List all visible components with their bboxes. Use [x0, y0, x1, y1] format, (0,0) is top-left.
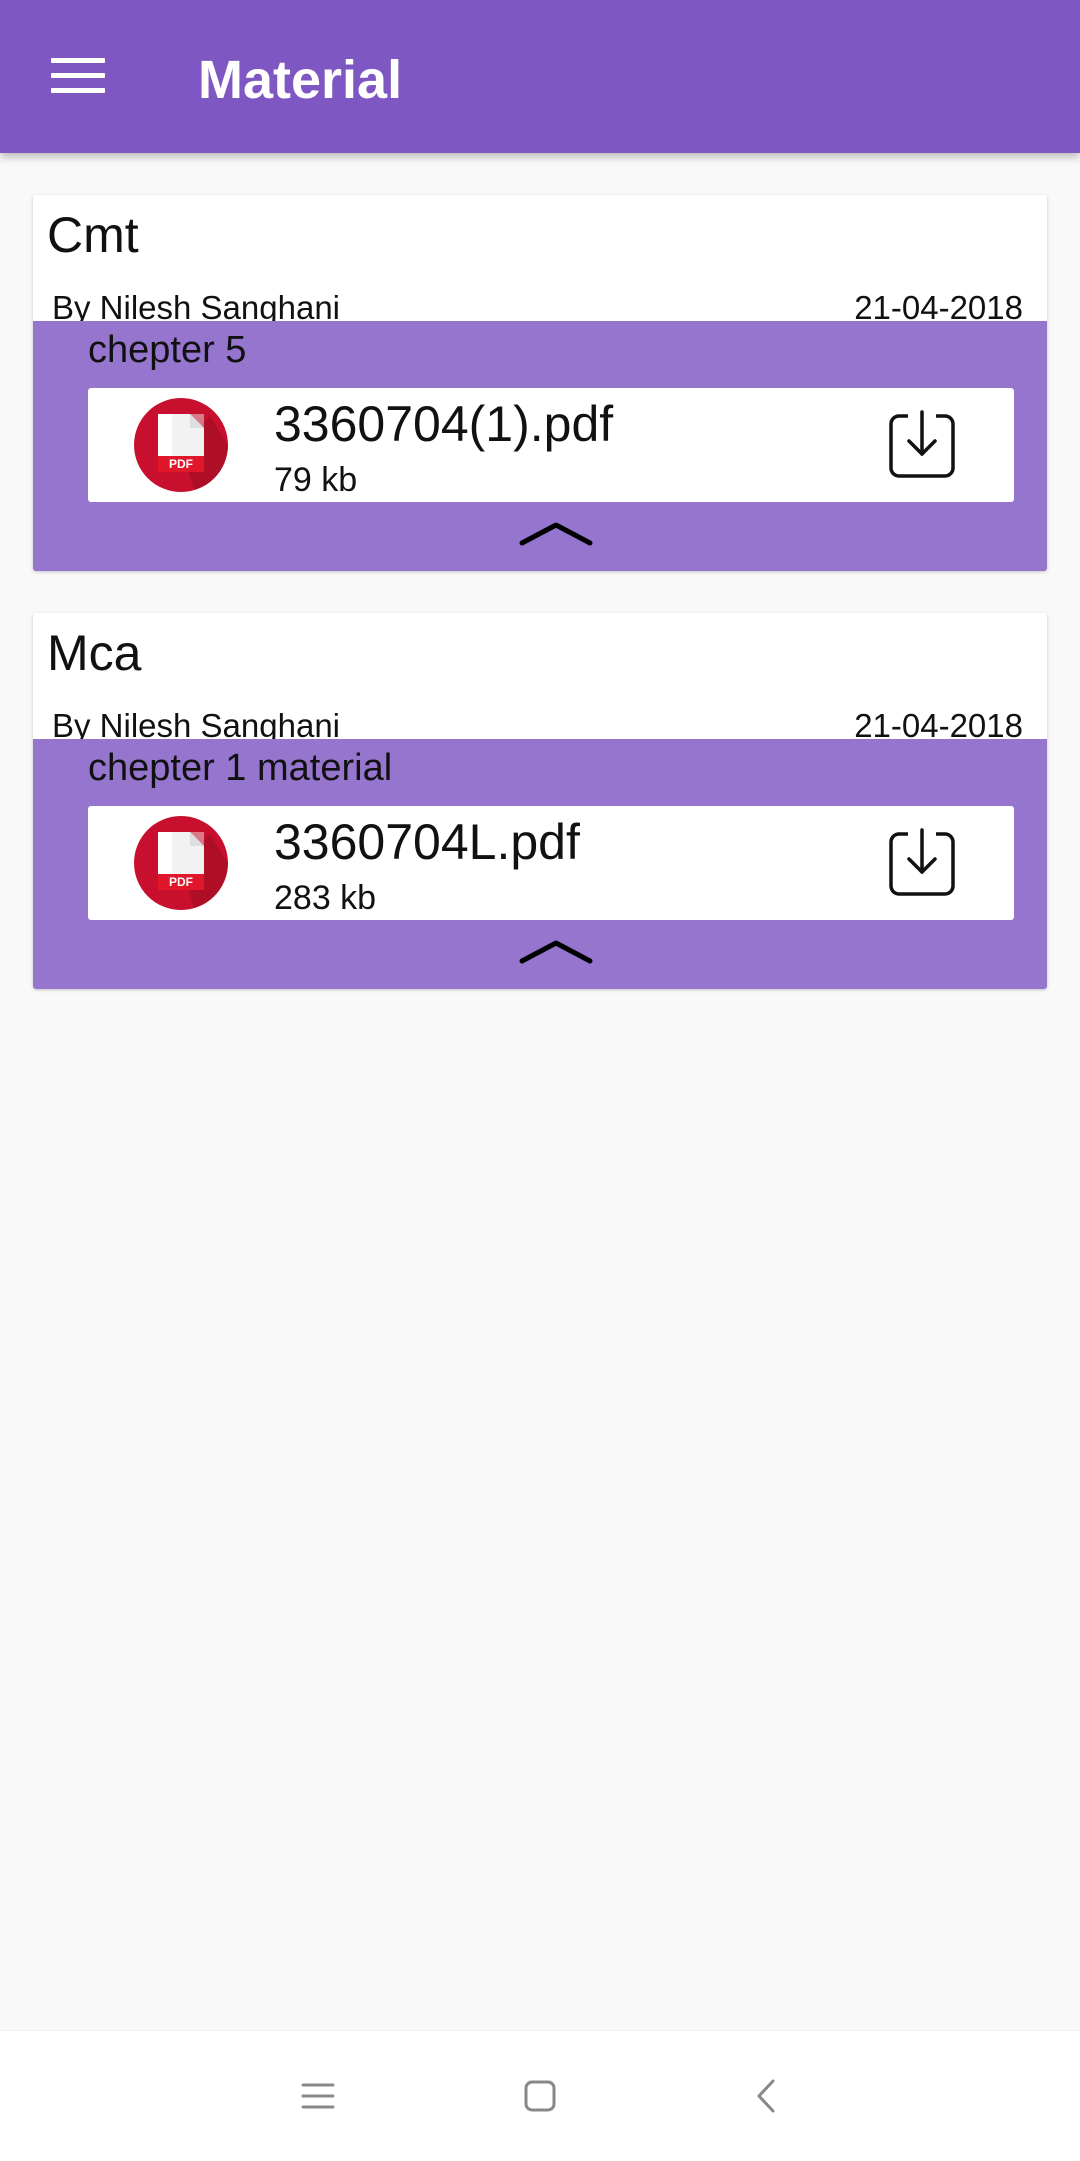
- chapter-section: chepter 5 PDF 3360704(1).pdf 79 kb: [33, 321, 1047, 571]
- file-size: 283 kb: [274, 879, 377, 917]
- file-row[interactable]: PDF 3360704L.pdf 283 kb: [88, 806, 1014, 920]
- chevron-up-icon: [519, 522, 593, 546]
- recents-icon: [301, 2083, 335, 2109]
- material-card: Cmt By Nilesh Sanghani 21-04-2018 chepte…: [33, 195, 1047, 571]
- system-nav-bar: [0, 2030, 1080, 2161]
- back-button[interactable]: [736, 2066, 796, 2126]
- app-bar: Material: [0, 0, 1080, 153]
- home-icon: [524, 2080, 556, 2112]
- download-button[interactable]: [888, 828, 958, 898]
- material-card-header: Cmt By Nilesh Sanghani 21-04-2018: [33, 195, 1047, 326]
- collapse-button[interactable]: [518, 935, 594, 967]
- home-button[interactable]: [510, 2066, 570, 2126]
- file-row[interactable]: PDF 3360704(1).pdf 79 kb: [88, 388, 1014, 502]
- pdf-icon: PDF: [134, 816, 228, 910]
- back-icon: [757, 2079, 775, 2113]
- subject-title: Mca: [47, 625, 142, 681]
- material-card-header: Mca By Nilesh Sanghani 21-04-2018: [33, 613, 1047, 744]
- hamburger-menu-icon: [51, 58, 105, 93]
- download-button[interactable]: [888, 410, 958, 480]
- pdf-icon-label: PDF: [169, 457, 193, 471]
- page-title: Material: [198, 50, 403, 110]
- chapter-title: chepter 1 material: [88, 747, 393, 789]
- chevron-up-icon: [519, 940, 593, 964]
- menu-button[interactable]: [30, 36, 126, 116]
- file-name: 3360704(1).pdf: [274, 396, 614, 452]
- material-card: Mca By Nilesh Sanghani 21-04-2018 chepte…: [33, 613, 1047, 989]
- recents-button[interactable]: [288, 2066, 348, 2126]
- collapse-button[interactable]: [518, 517, 594, 549]
- subject-title: Cmt: [47, 207, 139, 263]
- chapter-title: chepter 5: [88, 329, 247, 371]
- pdf-icon-label: PDF: [169, 875, 193, 889]
- file-size: 79 kb: [274, 461, 358, 499]
- chapter-section: chepter 1 material PDF 3360704L.pdf 283 …: [33, 739, 1047, 989]
- download-icon: [889, 410, 955, 478]
- pdf-icon: PDF: [134, 398, 228, 492]
- download-icon: [889, 828, 955, 896]
- file-name: 3360704L.pdf: [274, 814, 580, 870]
